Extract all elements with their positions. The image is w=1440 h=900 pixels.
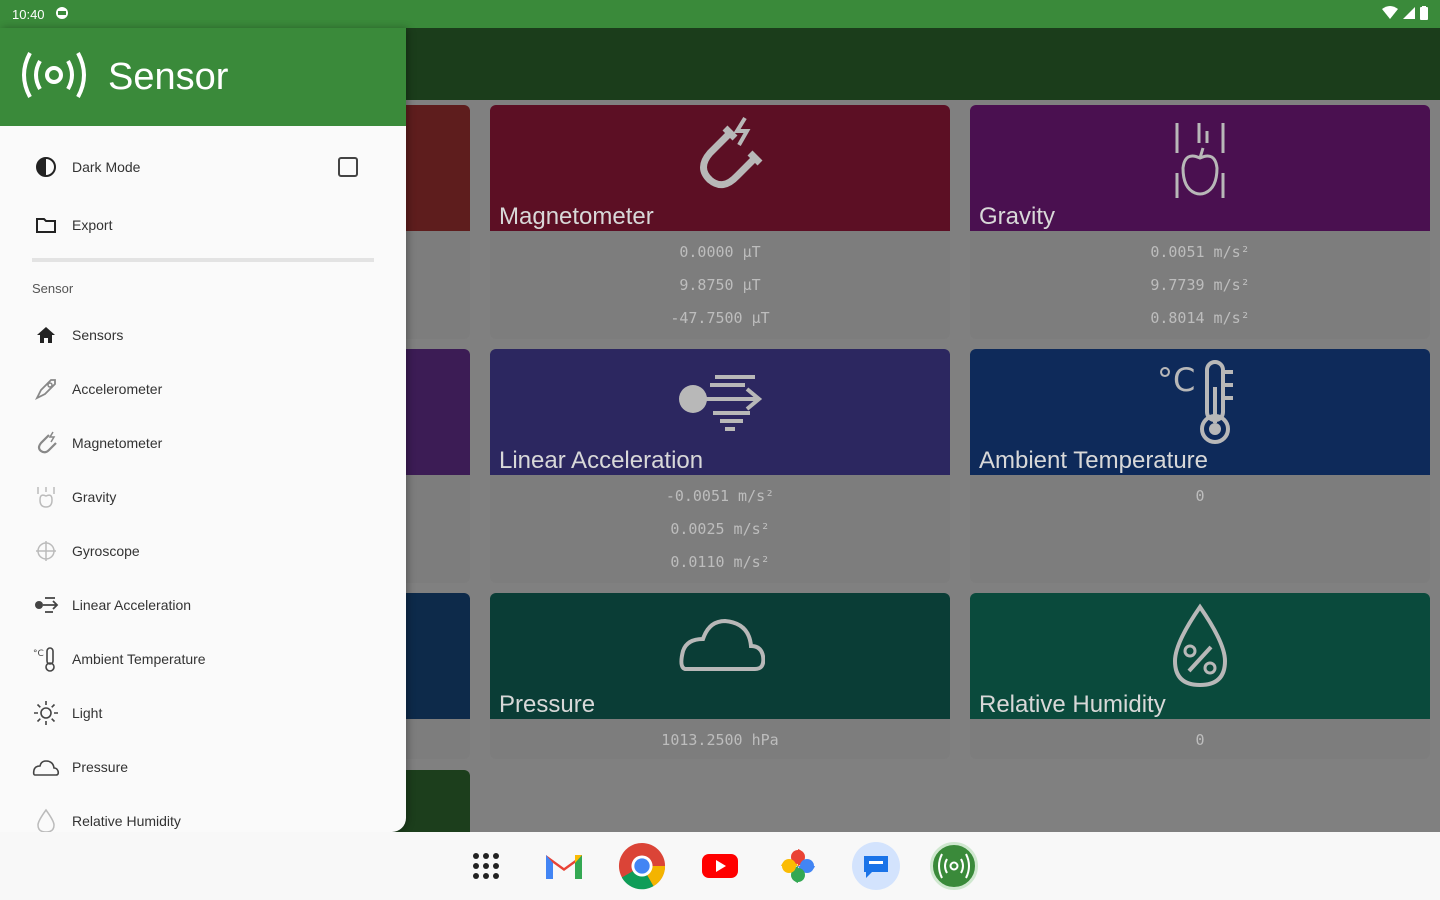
- contrast-icon: [32, 153, 60, 181]
- drawer-item-label: Gravity: [72, 489, 117, 505]
- sensor-broadcast-icon: [16, 45, 92, 110]
- gravity-y-value: 9.7739 m/s²: [1150, 276, 1250, 294]
- gravity-z-value: 0.8014 m/s²: [1150, 309, 1250, 327]
- magnetometer-z-value: -47.7500 µT: [670, 309, 770, 327]
- pressure-card[interactable]: Pressure 1013.2500 hPa: [490, 593, 950, 759]
- gravity-card[interactable]: Gravity 0.0051 m/s² 9.7739 m/s² 0.8014 m…: [970, 105, 1430, 339]
- apple-gravity-icon: [32, 483, 60, 511]
- drawer-item-label: Ambient Temperature: [72, 651, 206, 667]
- relative-humidity-value: 0: [1195, 731, 1205, 749]
- svg-text:°C: °C: [1157, 361, 1195, 399]
- linear-acceleration-card[interactable]: Linear Acceleration -0.0051 m/s² 0.0025 …: [490, 349, 950, 583]
- magnetometer-card[interactable]: Magnetometer 0.0000 µT 9.8750 µT -47.750…: [490, 105, 950, 339]
- folder-icon: [32, 211, 60, 239]
- ambient-temperature-card[interactable]: °C Ambient Temperature 0: [970, 349, 1430, 583]
- thermometer-icon: °C: [1155, 357, 1245, 452]
- cloud-icon: [32, 753, 60, 781]
- app-dock: [0, 832, 1440, 900]
- apps-grid-icon[interactable]: [462, 842, 510, 890]
- drawer-item-label: Gyroscope: [72, 543, 140, 559]
- drawer-header: Sensor: [0, 28, 406, 126]
- drawer-item-ambient-temperature[interactable]: °C Ambient Temperature: [0, 632, 406, 686]
- rocket-icon: [32, 375, 60, 403]
- linear-acceleration-x-value: -0.0051 m/s²: [665, 487, 775, 505]
- gmail-icon[interactable]: [540, 842, 588, 890]
- drawer-item-label: Linear Acceleration: [72, 597, 192, 613]
- sun-icon: [32, 699, 60, 727]
- drawer-item-label: Light: [72, 705, 103, 721]
- battery-icon: [1420, 5, 1428, 23]
- humidity-icon: [1165, 601, 1235, 696]
- thermometer-icon: °C: [32, 645, 60, 673]
- drawer-item-gravity[interactable]: Gravity: [0, 470, 406, 524]
- linear-acceleration-icon: [675, 357, 765, 442]
- pressure-title: Pressure: [499, 691, 596, 718]
- ambient-temperature-title: Ambient Temperature: [979, 447, 1209, 474]
- gravity-x-value: 0.0051 m/s²: [1150, 243, 1250, 261]
- export-item[interactable]: Export: [0, 196, 406, 254]
- magnet-icon: [675, 113, 765, 208]
- drawer-item-accelerometer[interactable]: Accelerometer: [0, 362, 406, 416]
- gyroscope-icon: [32, 537, 60, 565]
- navigation-drawer: Sensor Dark Mode Export Sensor Sensors A…: [0, 28, 406, 832]
- dark-mode-item[interactable]: Dark Mode: [0, 138, 406, 196]
- dark-mode-checkbox[interactable]: [338, 157, 358, 177]
- messages-icon[interactable]: [852, 842, 900, 890]
- linear-acceleration-y-value: 0.0025 m/s²: [670, 520, 770, 538]
- pressure-value: 1013.2500 hPa: [661, 731, 779, 749]
- linear-acceleration-z-value: 0.0110 m/s²: [670, 553, 770, 571]
- home-icon: [32, 321, 60, 349]
- drawer-divider: [32, 258, 374, 262]
- sensor-section-label: Sensor: [32, 281, 74, 296]
- gravity-title: Gravity: [979, 203, 1056, 230]
- signal-icon: [1402, 6, 1416, 23]
- dark-mode-label: Dark Mode: [72, 159, 141, 175]
- drawer-item-relative-humidity[interactable]: Relative Humidity: [0, 794, 406, 832]
- humidity-icon: [32, 807, 60, 832]
- sensor-app-icon[interactable]: [930, 842, 978, 890]
- photos-icon[interactable]: [774, 842, 822, 890]
- apple-gravity-icon: [1165, 113, 1235, 208]
- drawer-item-sensors[interactable]: Sensors: [0, 308, 406, 362]
- magnet-icon: [32, 429, 60, 457]
- linear-acceleration-title: Linear Acceleration: [499, 447, 704, 474]
- relative-humidity-title: Relative Humidity: [979, 691, 1166, 718]
- status-bar: 10:40: [0, 0, 1440, 28]
- export-label: Export: [72, 217, 113, 233]
- magnetometer-y-value: 9.8750 µT: [679, 276, 761, 294]
- wifi-icon: [1382, 5, 1398, 23]
- drawer-item-pressure[interactable]: Pressure: [0, 740, 406, 794]
- drawer-item-magnetometer[interactable]: Magnetometer: [0, 416, 406, 470]
- magnetometer-title: Magnetometer: [499, 203, 654, 230]
- relative-humidity-card[interactable]: Relative Humidity 0: [970, 593, 1430, 759]
- linear-acceleration-icon: [32, 591, 60, 619]
- drawer-item-linear-acceleration[interactable]: Linear Acceleration: [0, 578, 406, 632]
- magnetometer-x-value: 0.0000 µT: [679, 243, 761, 261]
- drawer-item-label: Magnetometer: [72, 435, 163, 451]
- chrome-icon[interactable]: [618, 842, 666, 890]
- status-time: 10:40: [12, 6, 45, 22]
- drawer-item-label: Sensors: [72, 327, 124, 343]
- drawer-item-light[interactable]: Light: [0, 686, 406, 740]
- vpn-icon: [55, 6, 69, 23]
- drawer-item-gyroscope[interactable]: Gyroscope: [0, 524, 406, 578]
- drawer-item-label: Accelerometer: [72, 381, 163, 397]
- cloud-icon: [675, 601, 766, 686]
- drawer-item-label: Pressure: [72, 759, 129, 775]
- svg-text:°C: °C: [33, 649, 44, 659]
- ambient-temperature-value: 0: [1195, 487, 1205, 505]
- drawer-title: Sensor: [108, 55, 229, 98]
- youtube-icon[interactable]: [696, 842, 744, 890]
- drawer-item-label: Relative Humidity: [72, 813, 181, 829]
